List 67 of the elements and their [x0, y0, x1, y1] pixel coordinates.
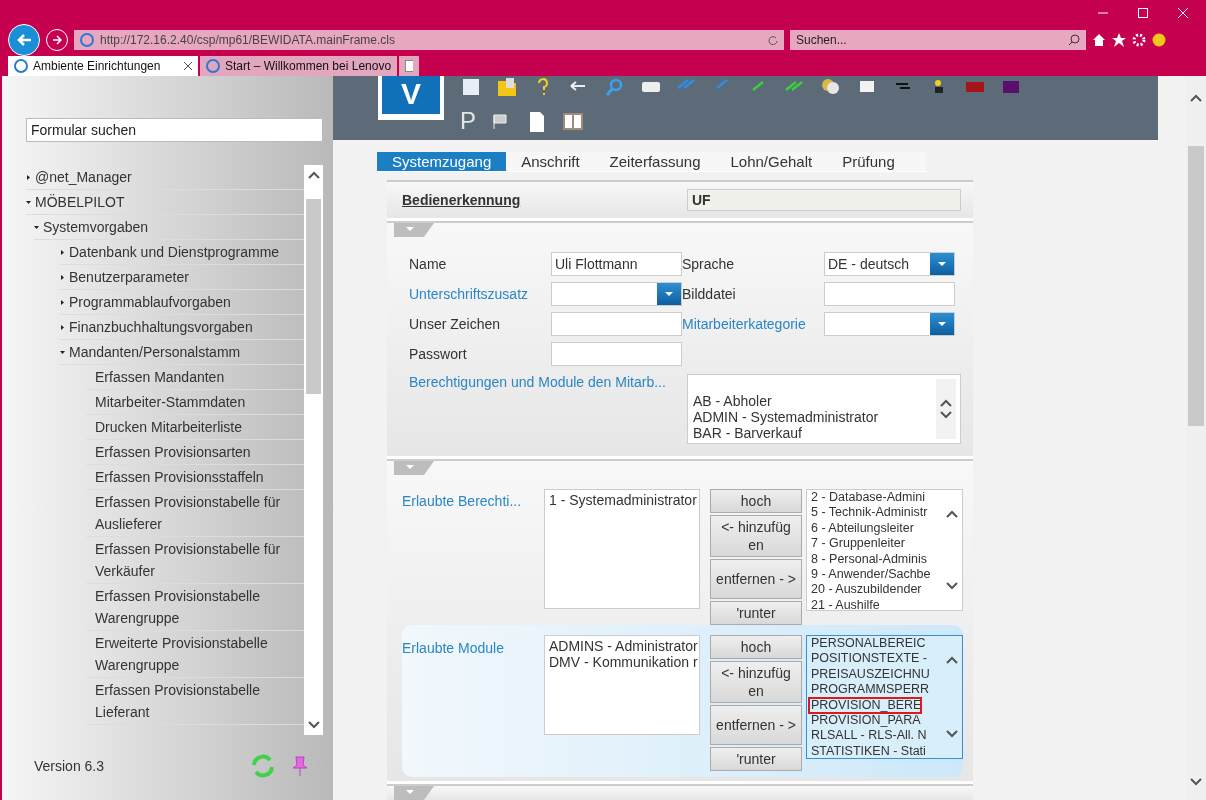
list-item[interactable]: PERSONALBEREIC: [809, 636, 926, 652]
list-item[interactable]: 8 - Personal-Adminis: [809, 551, 927, 568]
field-label: Name: [409, 256, 448, 272]
browser-tab[interactable]: Ambiente Einrichtungen: [8, 56, 198, 76]
field-label: Sprache: [682, 256, 736, 272]
list-item[interactable]: PREISAUSZEICHNU: [809, 666, 930, 683]
list-item[interactable]: 7 - Gruppenleiter: [809, 536, 905, 552]
field-link[interactable]: Unterschriftszusatz: [409, 286, 551, 302]
browser-tab[interactable]: Start – Willkommen bei Lenovo: [200, 56, 398, 76]
list-item[interactable]: POSITIONSTEXTE -: [809, 651, 927, 667]
field-label: Bedienerkennung: [402, 192, 521, 208]
list-button[interactable]: <- hinzufüg en: [710, 661, 802, 703]
tab[interactable]: Lohn/Gehalt: [715, 152, 828, 171]
list-button[interactable]: entfernen - >: [710, 705, 802, 745]
tree-item[interactable]: Programmablaufvorgaben: [60, 290, 304, 315]
list-button[interactable]: <- hinzufüg en: [710, 515, 802, 557]
list-item[interactable]: PROVISION_PARA: [809, 713, 921, 729]
field-link[interactable]: Erlaubte Berechti...: [402, 489, 544, 509]
list-item[interactable]: 5 - Technik-Administr: [809, 505, 928, 521]
list-button[interactable]: entfernen - >: [710, 559, 802, 599]
form-search-field[interactable]: Formular suchen: [26, 118, 323, 142]
tree-item[interactable]: MÖBELPILOT: [26, 190, 304, 215]
tree-item[interactable]: Finanzbuchhaltungsvorgaben: [60, 315, 304, 340]
list-item[interactable]: ADMIN - Systemadministrator: [693, 409, 879, 425]
list-item[interactable]: PROGRAMMSPERR: [809, 682, 930, 698]
tree-item[interactable]: Systemvorgaben: [34, 215, 304, 240]
list-item[interactable]: BAR - Barverkauf: [693, 425, 879, 441]
dropdown-field[interactable]: DE - deutsch: [824, 252, 955, 276]
list-button[interactable]: hoch: [710, 635, 802, 659]
tab[interactable]: Anschrift: [506, 152, 595, 171]
field-label: Passwort: [409, 346, 468, 362]
list-item[interactable]: STATISTIKEN - Stati: [809, 743, 926, 758]
list-box[interactable]: 1 - Systemadministrator: [544, 489, 700, 609]
search-field[interactable]: Suchen...: [790, 29, 1086, 50]
list-item[interactable]: 6 - Abteilungsleiter: [809, 520, 914, 537]
input-field[interactable]: Uli Flottmann: [551, 252, 682, 276]
list-item[interactable]: RLSALL - RLS-All. N: [809, 728, 927, 744]
list-item[interactable]: 2 - Database-Admini: [809, 490, 925, 506]
field-label: Bilddatei: [682, 286, 737, 302]
list-box[interactable]: PERSONALBEREIC POSITIONSTEXTE - PREISAUSZEICHNU PROGRAMMSPERR PROVISION_BERE PROVISION_PARA RLSALL - RLS-All. N STATISTIKEN - Stati: [806, 635, 963, 759]
logo: V: [378, 76, 444, 120]
version-label: Version 6.3: [34, 758, 106, 774]
list-item[interactable]: 21 - Aushilfe: [809, 597, 880, 610]
list-box[interactable]: 2 - Database-Admini 5 - Technik-Administr 6 - Abteilungsleiter 7 - Gruppenleiter 8 - Personal-Adminis 9 - Anwender/Sachbe 20 - Auszubildender 21 - Aushilfe: [806, 489, 963, 611]
list-box[interactable]: ADMINS - Administrator DMV - Kommunikation r: [544, 635, 700, 735]
tree-item[interactable]: Mandanten/Personalstamm: [60, 340, 304, 365]
list-item[interactable]: PROVISION_BERE: [809, 697, 922, 714]
tab[interactable]: Systemzugang: [377, 152, 507, 171]
address-bar[interactable]: http://172.16.2.40/csp/mp61/BEWIDATA.mainFrame.cls: [74, 29, 784, 50]
list-item[interactable]: 20 - Auszubildender: [809, 582, 922, 598]
list-button[interactable]: 'runter: [710, 601, 802, 625]
operator-field[interactable]: UF: [687, 189, 961, 211]
field-link[interactable]: Mitarbeiterkategorie: [682, 316, 824, 332]
list-box[interactable]: AB - Abholer ADMIN - Systemadministrator BAR - Barverkauf: [687, 374, 961, 444]
toolbar-letter[interactable]: P: [460, 110, 476, 132]
tree-item[interactable]: Datenbank und Dienstprogramme: [60, 240, 304, 265]
tree-item[interactable]: @net_Manager: [26, 165, 304, 190]
tab[interactable]: Zeiterfassung: [594, 152, 716, 171]
tab[interactable]: Prüfung: [827, 152, 910, 171]
list-button[interactable]: 'runter: [710, 747, 802, 771]
tree-item[interactable]: Benutzerparameter: [60, 265, 304, 290]
url-text: http://172.16.2.40/csp/mp61/BEWIDATA.mainFrame.cls: [100, 32, 396, 47]
field-link[interactable]: Erlaubte Module: [402, 635, 544, 656]
list-button[interactable]: hoch: [710, 489, 802, 513]
list-item[interactable]: 9 - Anwender/Sachbe: [809, 567, 931, 583]
list-item[interactable]: AB - Abholer: [693, 393, 879, 409]
field-label: Unser Zeichen: [409, 316, 502, 332]
